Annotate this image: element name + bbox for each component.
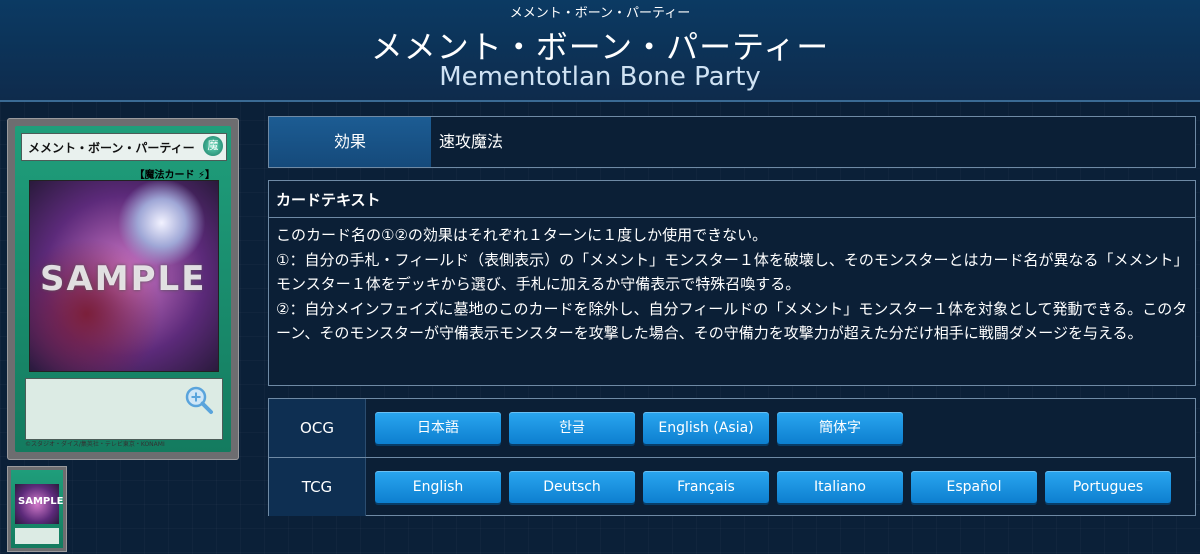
card-text-box [25,378,223,440]
language-panel: OCG 日本語 한글 English (Asia) 簡体字 TCG Englis… [268,398,1196,516]
ocg-lang-button-japanese[interactable]: 日本語 [375,412,501,444]
card-text-body: このカード名の①②の効果はそれぞれ１ターンに１度しか使用できない。 ①：自分の手… [276,226,1188,343]
effect-label: 効果 [269,117,431,167]
tcg-lang-button-italian[interactable]: Italiano [777,471,903,503]
tcg-language-row: TCG English Deutsch Français Italiano Es… [269,457,1195,516]
tcg-lang-button-english[interactable]: English [375,471,501,503]
card-text-title: カードテキスト [276,191,381,209]
tcg-lang-button-spanish[interactable]: Español [911,471,1037,503]
ocg-label: OCG [269,399,366,457]
tcg-lang-button-german[interactable]: Deutsch [509,471,635,503]
card-image[interactable]: メメント・ボーン・パーティー 魔 【魔法カード ⚡】 SAMPLE ©スタジオ・… [7,118,239,460]
card-text-panel: カードテキスト このカード名の①②の効果はそれぞれ１ターンに１度しか使用できない… [268,180,1196,386]
divider [269,217,1195,218]
card-header: メメント・ボーン・パーティー メメント・ボーン・パーティー Mementotla… [0,0,1200,102]
thumbnail-artwork: SAMPLE [15,484,63,524]
tcg-lang-button-portuguese[interactable]: Portugues [1045,471,1171,503]
card-name-ruby: メメント・ボーン・パーティー [509,6,691,21]
effect-value: 速攻魔法 [439,132,504,151]
ocg-lang-button-english-asia[interactable]: English (Asia) [643,412,769,444]
card-image-name: メメント・ボーン・パーティー [28,141,195,155]
zoom-in-icon[interactable] [184,385,214,415]
spell-attribute-icon: 魔 [203,136,223,156]
tcg-label: TCG [269,458,366,516]
card-copyright: ©スタジオ・ダイス/集英社・テレビ東京・KONAMI [25,441,165,448]
card-type-line: 【魔法カード ⚡】 [134,170,215,181]
card-name-bar: メメント・ボーン・パーティー 魔 [21,133,227,161]
card-thumbnail[interactable]: SAMPLE [7,466,67,552]
card-name-english: Mementotlan Bone Party [439,62,761,92]
ocg-language-row: OCG 日本語 한글 English (Asia) 簡体字 [269,399,1195,457]
sample-watermark: SAMPLE [40,259,207,299]
ocg-lang-button-simplified-chinese[interactable]: 簡体字 [777,412,903,444]
tcg-lang-button-french[interactable]: Français [643,471,769,503]
card-artwork: SAMPLE [29,180,219,372]
effect-panel: 効果 速攻魔法 [268,116,1196,168]
card-frame: メメント・ボーン・パーティー 魔 【魔法カード ⚡】 SAMPLE ©スタジオ・… [15,126,231,452]
thumbnail-sample-watermark: SAMPLE [18,496,64,507]
ocg-lang-button-korean[interactable]: 한글 [509,412,635,444]
